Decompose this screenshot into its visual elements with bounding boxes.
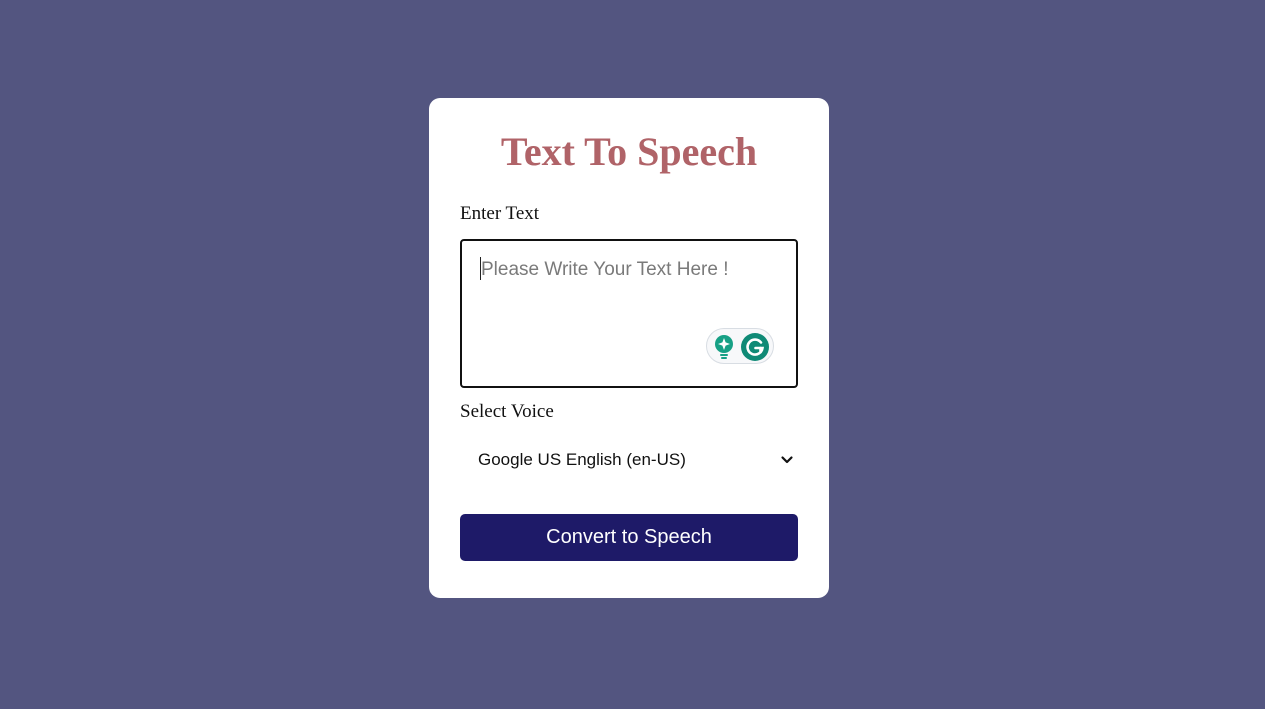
tts-card: Text To Speech Enter Text Please Write Y… <box>429 98 829 598</box>
enter-text-label: Enter Text <box>460 203 540 224</box>
text-input[interactable]: Please Write Your Text Here ! <box>460 239 798 388</box>
lightbulb-icon[interactable] <box>713 334 735 360</box>
chevron-down-icon <box>781 456 793 464</box>
select-voice-label: Select Voice <box>460 401 554 422</box>
grammarly-g-icon[interactable] <box>741 333 769 361</box>
page-title: Text To Speech <box>500 129 758 174</box>
voice-selected-value: Google US English (en-US) <box>478 450 686 469</box>
convert-to-speech-button[interactable]: Convert to Speech <box>460 514 798 561</box>
text-placeholder: Please Write Your Text Here ! <box>481 259 729 280</box>
voice-select[interactable]: Google US English (en-US) <box>460 443 798 477</box>
grammar-assistant-widget[interactable] <box>706 328 774 364</box>
